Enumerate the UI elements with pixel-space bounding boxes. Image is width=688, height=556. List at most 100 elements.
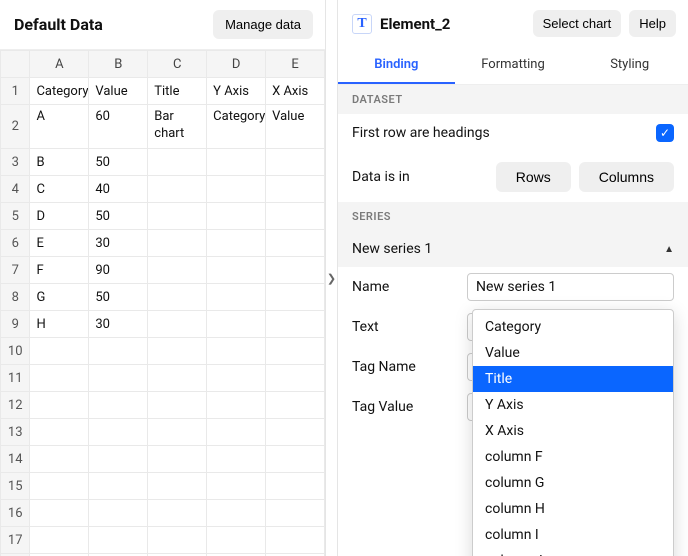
dropdown-option[interactable]: column I [473, 522, 673, 548]
cell[interactable]: Bar chart [148, 105, 207, 149]
cell[interactable]: Value [89, 78, 148, 105]
tab-binding[interactable]: Binding [338, 47, 455, 84]
cell[interactable] [266, 473, 325, 500]
dropdown-option[interactable]: Title [473, 366, 673, 392]
row-header[interactable]: 14 [1, 446, 30, 473]
cell[interactable] [207, 365, 266, 392]
cell[interactable] [30, 338, 89, 365]
dropdown-option[interactable]: Category [473, 314, 673, 340]
select-chart-button[interactable]: Select chart [533, 10, 622, 37]
column-header[interactable]: D [207, 51, 266, 78]
cell[interactable]: Title [148, 78, 207, 105]
cell[interactable] [30, 446, 89, 473]
cell[interactable] [266, 203, 325, 230]
cell[interactable]: 50 [89, 284, 148, 311]
cell[interactable] [30, 500, 89, 527]
row-header[interactable]: 1 [1, 78, 30, 105]
cell[interactable] [207, 176, 266, 203]
cell[interactable] [266, 311, 325, 338]
cell[interactable] [207, 446, 266, 473]
cell[interactable] [148, 284, 207, 311]
cell[interactable] [30, 392, 89, 419]
row-header[interactable]: 16 [1, 500, 30, 527]
dropdown-option[interactable]: column J [473, 548, 673, 556]
cell[interactable] [207, 203, 266, 230]
row-header[interactable]: 8 [1, 284, 30, 311]
row-header[interactable]: 6 [1, 230, 30, 257]
cell[interactable] [148, 338, 207, 365]
cell[interactable] [30, 365, 89, 392]
cell[interactable] [89, 365, 148, 392]
row-header[interactable]: 15 [1, 473, 30, 500]
row-header[interactable]: 9 [1, 311, 30, 338]
cell[interactable]: F [30, 257, 89, 284]
cell[interactable] [207, 230, 266, 257]
cell[interactable]: X Axis [266, 78, 325, 105]
cell[interactable] [148, 311, 207, 338]
cell[interactable] [266, 392, 325, 419]
cell[interactable]: 30 [89, 230, 148, 257]
cell[interactable]: Y Axis [207, 78, 266, 105]
row-header[interactable]: 13 [1, 419, 30, 446]
panel-divider[interactable]: ❯ [326, 0, 338, 556]
row-header[interactable]: 3 [1, 149, 30, 176]
series-name-input[interactable]: New series 1 [467, 273, 674, 301]
cell[interactable] [266, 527, 325, 554]
cell[interactable] [148, 392, 207, 419]
cell[interactable] [207, 257, 266, 284]
tab-styling[interactable]: Styling [571, 47, 688, 84]
cell[interactable]: Value [266, 105, 325, 149]
cell[interactable] [266, 149, 325, 176]
dropdown-option[interactable]: column F [473, 444, 673, 470]
seg-columns-button[interactable]: Columns [579, 162, 674, 192]
cell[interactable] [89, 473, 148, 500]
cell[interactable] [207, 419, 266, 446]
cell[interactable] [207, 311, 266, 338]
cell[interactable] [148, 500, 207, 527]
series-collapse-header[interactable]: New series 1 ▲ [338, 231, 688, 267]
cell[interactable]: Category [207, 105, 266, 149]
cell[interactable] [266, 365, 325, 392]
cell[interactable] [148, 176, 207, 203]
row-header[interactable]: 2 [1, 105, 30, 149]
cell[interactable] [89, 392, 148, 419]
row-header[interactable]: 12 [1, 392, 30, 419]
cell[interactable] [148, 230, 207, 257]
dropdown-option[interactable]: X Axis [473, 418, 673, 444]
spreadsheet[interactable]: ABCDE 1CategoryValueTitleY AxisX Axis2A6… [0, 49, 325, 556]
dropdown-option[interactable]: column H [473, 496, 673, 522]
column-header[interactable]: C [148, 51, 207, 78]
column-header[interactable]: E [266, 51, 325, 78]
tab-formatting[interactable]: Formatting [455, 47, 572, 84]
cell[interactable]: G [30, 284, 89, 311]
manage-data-button[interactable]: Manage data [213, 10, 313, 39]
cell[interactable]: 50 [89, 203, 148, 230]
cell[interactable] [207, 392, 266, 419]
cell[interactable]: B [30, 149, 89, 176]
help-button[interactable]: Help [629, 10, 676, 37]
row-header[interactable]: 11 [1, 365, 30, 392]
cell[interactable] [207, 500, 266, 527]
dropdown-option[interactable]: column G [473, 470, 673, 496]
cell[interactable] [266, 284, 325, 311]
cell[interactable] [148, 149, 207, 176]
cell[interactable]: 60 [89, 105, 148, 149]
column-header[interactable]: A [30, 51, 89, 78]
cell[interactable] [148, 473, 207, 500]
cell[interactable] [207, 527, 266, 554]
dropdown-option[interactable]: Value [473, 340, 673, 366]
cell[interactable]: A [30, 105, 89, 149]
cell[interactable]: 30 [89, 311, 148, 338]
cell[interactable] [148, 365, 207, 392]
data-grid[interactable]: ABCDE 1CategoryValueTitleY AxisX Axis2A6… [0, 50, 325, 556]
cell[interactable] [30, 419, 89, 446]
column-header[interactable]: B [89, 51, 148, 78]
first-row-headings-checkbox[interactable]: ✓ [656, 124, 674, 142]
cell[interactable]: E [30, 230, 89, 257]
cell[interactable]: 50 [89, 149, 148, 176]
cell[interactable] [266, 419, 325, 446]
cell[interactable] [30, 473, 89, 500]
cell[interactable]: D [30, 203, 89, 230]
cell[interactable] [266, 257, 325, 284]
cell[interactable] [266, 230, 325, 257]
